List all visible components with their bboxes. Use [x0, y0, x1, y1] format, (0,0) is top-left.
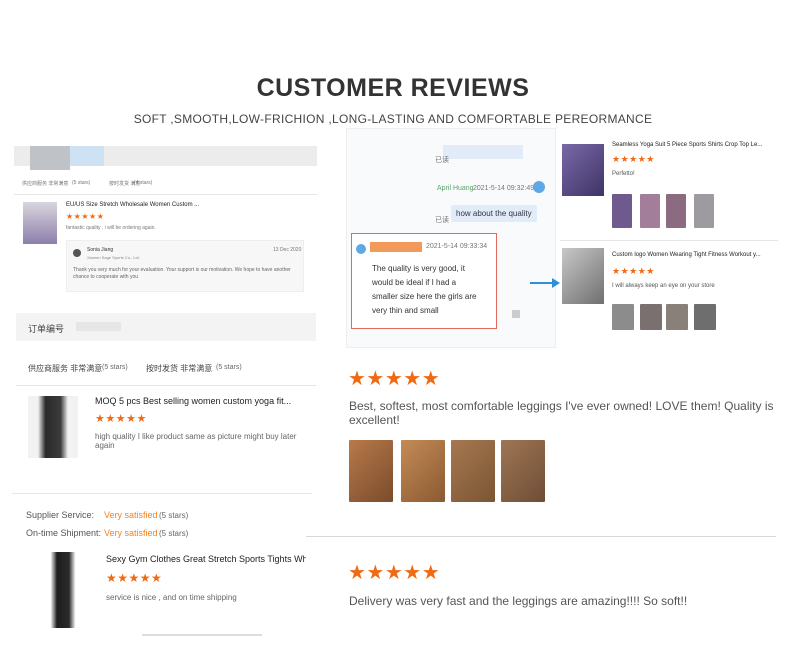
- review-photo[interactable]: [640, 304, 662, 330]
- reply-name: Sonia Jiang: [87, 247, 114, 253]
- review1-photo-3[interactable]: [451, 440, 495, 502]
- left-top-review-card: 供应商服务 非常满意 (5 stars) 按时发货 满意 (4 stars) E…: [14, 146, 317, 298]
- star-rating: ★★★★★: [612, 266, 655, 276]
- review1-text: Best, softest, most comfortable leggings…: [349, 399, 774, 427]
- chat-top-bubble: [443, 145, 523, 159]
- review-photo[interactable]: [694, 194, 714, 228]
- star-rating: ★★★★★: [106, 571, 163, 585]
- review-text: I will always keep an eye on your store: [612, 283, 715, 289]
- reply-text: Thank you very much for your evaluation.…: [73, 267, 291, 280]
- page-title: CUSTOMER REVIEWS: [256, 74, 530, 102]
- reply-avatar: [356, 244, 366, 254]
- supplier-stars: (5 stars): [159, 511, 189, 520]
- shipment-stars: (5 stars): [216, 364, 242, 371]
- review-text: fantastic quality . i will be ordering a…: [66, 225, 156, 231]
- page-subtitle: SOFT ,SMOOTH,LOW-FRICHION ,LONG-LASTING …: [133, 112, 653, 126]
- review-photo[interactable]: [694, 304, 716, 330]
- product-title[interactable]: EU/US Size Stretch Wholesale Women Custo…: [66, 202, 199, 208]
- blue-block: [70, 146, 104, 166]
- expand-icon[interactable]: [512, 310, 520, 318]
- supplier-stars: (5 stars): [102, 364, 128, 371]
- shipment-label: On-time Shipment:: [26, 528, 102, 538]
- product-title[interactable]: Sexy Gym Clothes Great Stretch Sports Ti…: [106, 554, 306, 564]
- read-status: 已读: [435, 157, 449, 164]
- gray-block: [30, 146, 70, 170]
- reply-company: Xiamen Sage Sports Co., Ltd.: [87, 255, 140, 260]
- review-photo[interactable]: [612, 194, 632, 228]
- right-products-panel: Seamless Yoga Suit 5 Piece Sports Shirts…: [560, 132, 780, 332]
- bottom-cut-line: [142, 634, 262, 636]
- product-thumbnail[interactable]: [562, 248, 604, 304]
- order-label: 订单编号: [28, 324, 65, 334]
- meta-supplier-stars: (5 stars): [72, 180, 91, 186]
- review2-text: Delivery was very fast and the leggings …: [349, 594, 688, 608]
- left-mid-review-card: 订单编号 供应商服务 非常满意 (5 stars) 按时发货 非常满意 (5 s…: [16, 313, 316, 481]
- review1-photo-1[interactable]: [349, 440, 393, 502]
- product-thumbnail[interactable]: [28, 396, 78, 458]
- arrow-icon: [530, 276, 560, 290]
- order-number-blur: [76, 322, 121, 331]
- product-title[interactable]: Seamless Yoga Suit 5 Piece Sports Shirts…: [612, 142, 762, 148]
- review2-stars: ★★★★★: [348, 562, 441, 584]
- star-rating: ★★★★★: [612, 154, 655, 164]
- chat-sender: April Huang: [437, 185, 474, 192]
- shipment-value: Very satisfied: [104, 528, 158, 538]
- review1-photo-2[interactable]: [401, 440, 445, 502]
- seller-reply-box: Sonia Jiang Xiamen Sage Sports Co., Ltd.…: [66, 240, 304, 292]
- product-thumbnail[interactable]: [38, 552, 88, 628]
- sender-name-redacted: [370, 242, 422, 252]
- divider: [560, 240, 778, 241]
- divider: [16, 385, 316, 386]
- product-title[interactable]: MOQ 5 pcs Best selling women custom yoga…: [95, 396, 291, 406]
- section-divider: [306, 536, 776, 537]
- read-status-2: 已读: [435, 217, 449, 224]
- avatar: [73, 249, 81, 257]
- product-thumbnail[interactable]: [562, 144, 604, 196]
- left-bottom-review-card: Supplier Service: Very satisfied (5 star…: [12, 493, 312, 664]
- shipment-service: 按时发货 非常满意: [146, 364, 213, 373]
- reply-timestamp: 2021-5-14 09:33:34: [426, 243, 488, 250]
- review-photo[interactable]: [640, 194, 660, 228]
- star-rating: ★★★★★: [66, 212, 105, 221]
- supplier-value: Very satisfied: [104, 510, 158, 520]
- chat-message: how about the quality: [451, 205, 537, 222]
- review1-stars: ★★★★★: [348, 368, 441, 390]
- chat-screenshot: 已读 April Huang 2021-5-14 09:32:49 how ab…: [346, 128, 556, 348]
- reply-date: 13 Dec 2020: [273, 247, 302, 253]
- product-thumbnail[interactable]: [23, 202, 57, 244]
- review1-photo-4[interactable]: [501, 440, 545, 502]
- meta-shipment-stars: (4 stars): [134, 180, 153, 186]
- chat-timestamp: 2021-5-14 09:32:49: [473, 185, 535, 192]
- review-photo[interactable]: [612, 304, 634, 330]
- chat-avatar: [533, 181, 545, 193]
- review-photo[interactable]: [666, 194, 686, 228]
- reply-text: The quality is very good, it would be id…: [372, 264, 477, 315]
- product-title[interactable]: Custom logo Women Wearing Tight Fitness …: [612, 252, 761, 258]
- review-text: Perfetto!: [612, 171, 635, 177]
- star-rating: ★★★★★: [95, 413, 147, 425]
- shipment-stars: (5 stars): [159, 529, 189, 538]
- supplier-label: Supplier Service:: [26, 510, 95, 520]
- review-text: high quality I like product same as pict…: [95, 432, 297, 450]
- review-text: service is nice , and on time shipping: [106, 593, 237, 602]
- review-photo[interactable]: [666, 304, 688, 330]
- meta-supplier: 供应商服务 非常满意: [22, 181, 69, 187]
- divider: [14, 194, 317, 195]
- highlighted-reply: 2021-5-14 09:33:34 The quality is very g…: [351, 233, 520, 329]
- supplier-service: 供应商服务 非常满意: [28, 364, 103, 373]
